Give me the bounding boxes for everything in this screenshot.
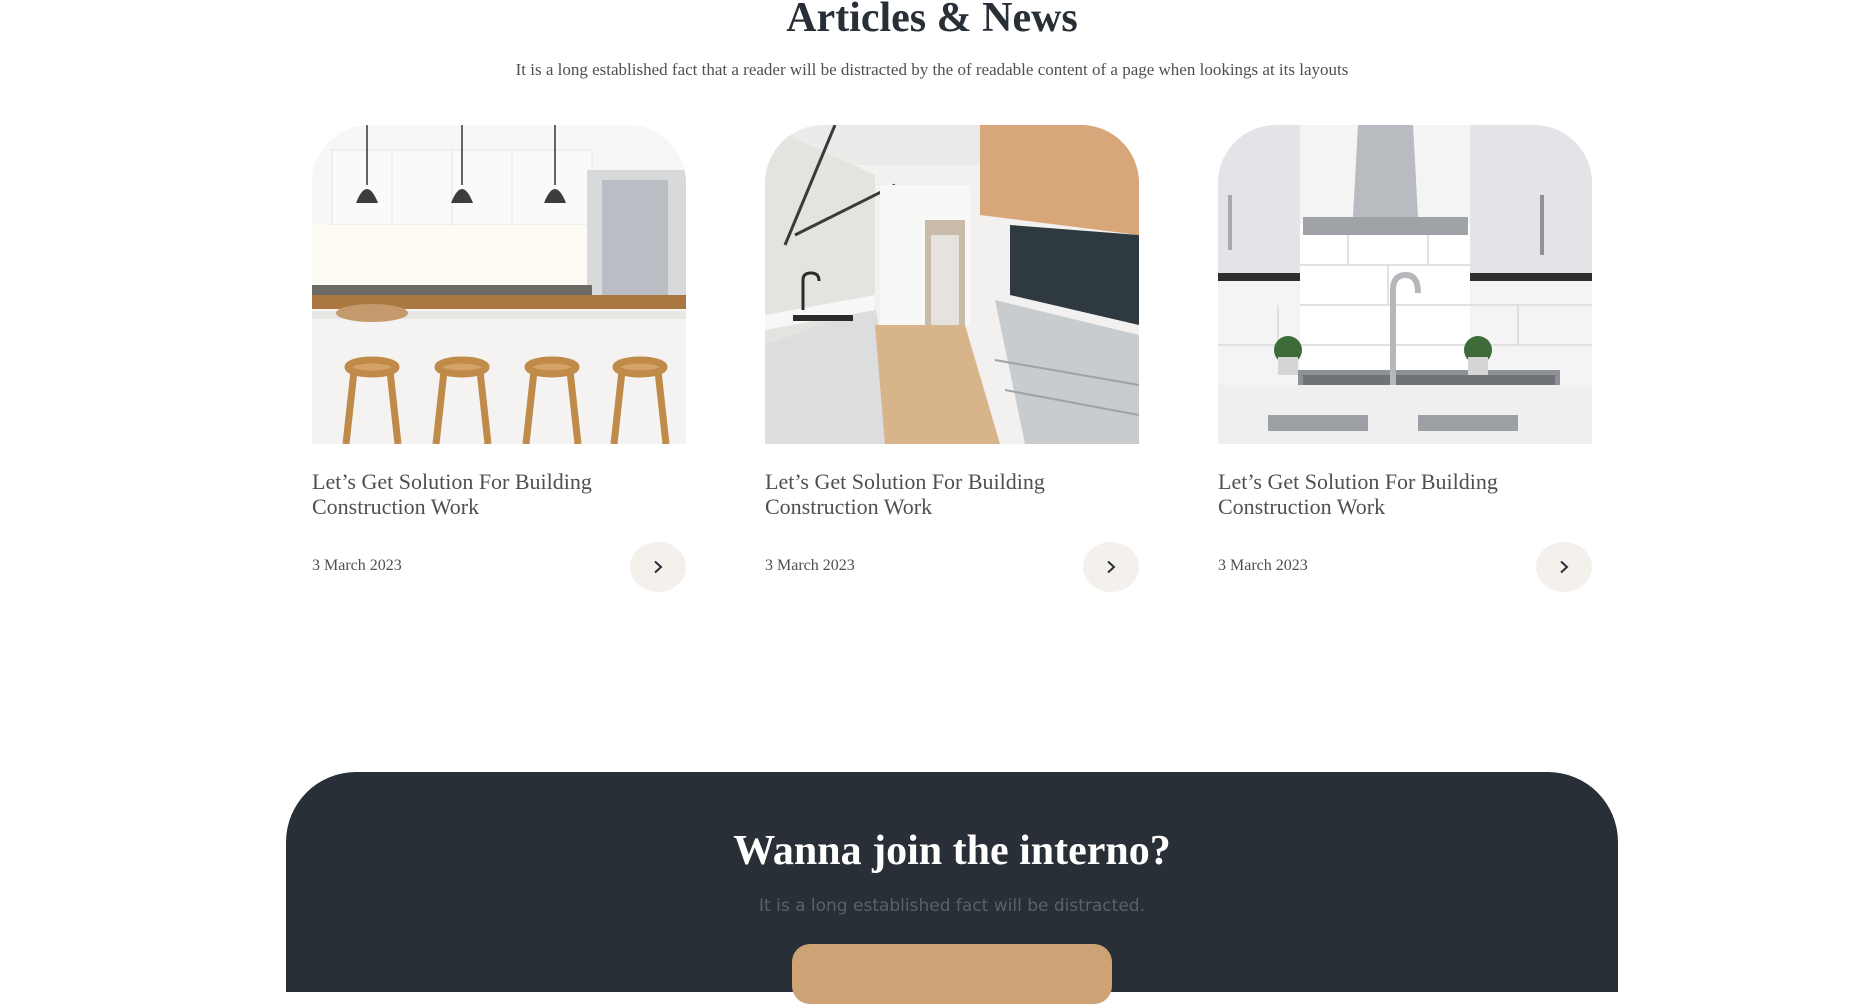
article-date: 3 March 2023 <box>1218 557 1308 574</box>
article-read-more-button[interactable] <box>1083 542 1139 592</box>
article-image-kitchen-sink[interactable] <box>1218 125 1592 444</box>
section-subtitle: It is a long established fact that a rea… <box>515 60 1349 79</box>
article-image-galley-kitchen[interactable] <box>765 125 1139 444</box>
article-title[interactable]: Let’s Get Solution For Building Construc… <box>1218 469 1548 519</box>
section-title: Articles & News <box>786 0 1078 41</box>
article-card: Let’s Get Solution For Building Construc… <box>765 125 1139 592</box>
cta-subtitle: It is a long established fact will be di… <box>759 896 1145 916</box>
article-card: Let’s Get Solution For Building Construc… <box>1218 125 1592 592</box>
cta-contact-button[interactable] <box>792 944 1112 1004</box>
article-date: 3 March 2023 <box>312 557 402 574</box>
cta-title: Wanna join the interno? <box>733 828 1171 874</box>
chevron-right-icon <box>654 560 663 574</box>
article-title[interactable]: Let’s Get Solution For Building Construc… <box>312 469 642 519</box>
article-read-more-button[interactable] <box>630 542 686 592</box>
article-image-kitchen-island[interactable] <box>312 125 686 444</box>
join-cta-section: Wanna join the interno? It is a long est… <box>286 772 1618 1004</box>
chevron-right-icon <box>1107 560 1116 574</box>
article-date: 3 March 2023 <box>765 557 855 574</box>
article-read-more-button[interactable] <box>1536 542 1592 592</box>
chevron-right-icon <box>1560 560 1569 574</box>
article-card: Let’s Get Solution For Building Construc… <box>312 125 686 592</box>
article-title[interactable]: Let’s Get Solution For Building Construc… <box>765 469 1095 519</box>
